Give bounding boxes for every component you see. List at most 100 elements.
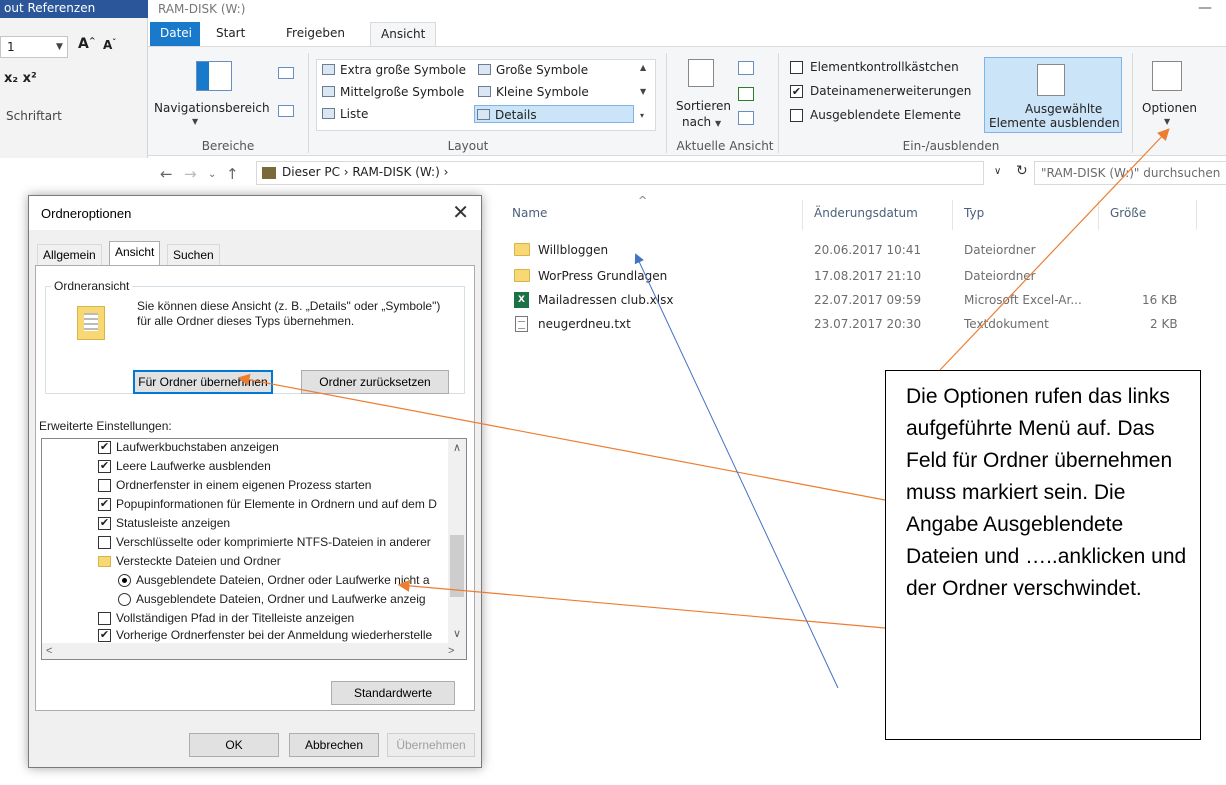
advanced-settings-tree[interactable]: ✔ Laufwerkbuchstaben anzeigen ✔ Leere Lauf… <box>41 438 467 660</box>
scroll-down-icon[interactable]: ▼ <box>640 87 646 96</box>
column-separator[interactable] <box>1098 200 1099 230</box>
tab-allgemein[interactable]: Allgemein <box>37 244 102 266</box>
up-arrow-icon[interactable]: ↑ <box>226 165 239 183</box>
layout-large-icons[interactable]: Große Symbole <box>476 61 588 79</box>
column-separator[interactable] <box>802 200 803 230</box>
file-row-willbloggen[interactable]: Willbloggen 20.06.2017 10:41 Dateiordner <box>508 240 1188 260</box>
medium-icons-icon <box>322 86 335 97</box>
folder-view-legend: Ordneransicht <box>51 279 133 293</box>
optionen-button[interactable]: Optionen <box>1142 101 1197 115</box>
layout-medium-icons[interactable]: Mittelgroße Symbole <box>320 83 464 101</box>
scroll-up-icon[interactable]: ▲ <box>640 63 646 72</box>
checkbox[interactable]: ✔ <box>98 441 111 454</box>
options-icon[interactable] <box>1152 61 1182 91</box>
chevron-down-icon[interactable]: ▼ <box>192 117 198 126</box>
word-sub-superscript-buttons[interactable]: x₂ x² <box>4 71 37 86</box>
tab-suchen[interactable]: Suchen <box>167 244 220 266</box>
column-separator[interactable] <box>952 200 953 230</box>
scroll-down-icon[interactable]: ∨ <box>453 627 461 640</box>
layout-item-label: Kleine Symbole <box>496 85 589 99</box>
navigation-pane-icon[interactable] <box>196 61 232 91</box>
layout-item-label: Details <box>495 108 537 122</box>
file-row-mailadressen[interactable]: X Mailadressen club.xlsx 22.07.2017 09:5… <box>508 290 1188 310</box>
add-columns-icon[interactable] <box>738 87 754 101</box>
preview-pane-icon[interactable] <box>278 67 294 79</box>
chevron-down-icon[interactable]: ▼ <box>1164 117 1170 126</box>
layout-list[interactable]: Liste <box>320 105 368 123</box>
layout-small-icons[interactable]: Kleine Symbole <box>476 83 589 101</box>
large-icons-icon <box>322 64 335 75</box>
back-arrow-icon[interactable]: ← <box>160 165 173 183</box>
explorer-title-bar: RAM-DISK (W:) — <box>148 0 1226 22</box>
reset-folders-button[interactable]: Ordner zurücksetzen <box>301 370 449 394</box>
file-row-worpress[interactable]: WorPress Grundlagen 17.08.2017 21:10 Dat… <box>508 266 1188 286</box>
tab-ansicht[interactable]: Ansicht <box>109 241 161 266</box>
size-columns-icon[interactable] <box>738 111 754 125</box>
file-type: Dateiordner <box>964 243 1036 257</box>
column-header-date[interactable]: Änderungsdatum <box>814 206 918 220</box>
search-input[interactable]: "RAM-DISK (W:)" durchsuchen <box>1034 161 1226 185</box>
scroll-right-icon[interactable]: > <box>448 645 454 657</box>
checkbox-ausgeblendete-elemente[interactable] <box>790 109 803 122</box>
tree-item-label: Verschlüsselte oder komprimierte NTFS-Da… <box>116 535 431 549</box>
sort-icon[interactable] <box>688 59 714 87</box>
cancel-button[interactable]: Abbrechen <box>289 733 379 757</box>
ribbon-separator <box>778 53 779 153</box>
checkbox[interactable] <box>98 479 111 492</box>
navigationsbereich-button[interactable]: Navigationsbereich <box>154 101 270 115</box>
chevron-down-icon[interactable]: ∨ <box>994 166 1001 177</box>
defaults-button[interactable]: Standardwerte <box>331 681 455 705</box>
breadcrumb[interactable]: Dieser PC › RAM-DISK (W:) › <box>282 165 448 179</box>
checkbox[interactable]: ✔ <box>98 498 111 511</box>
sortieren-nach-label[interactable]: nach ▼ <box>682 115 721 129</box>
tab-datei[interactable]: Datei <box>150 22 200 46</box>
details-pane-icon[interactable] <box>278 105 294 117</box>
tab-start[interactable]: Start <box>206 22 255 46</box>
sortieren-button[interactable]: Sortieren <box>676 99 731 113</box>
tab-freigeben[interactable]: Freigeben <box>276 22 355 46</box>
drive-icon <box>262 167 276 179</box>
scrollbar-thumb[interactable] <box>450 535 464 597</box>
close-icon[interactable]: ✕ <box>452 200 469 225</box>
details-icon <box>477 109 490 120</box>
checkbox[interactable] <box>98 612 111 625</box>
recent-dropdown-icon[interactable]: ⌄ <box>208 169 216 180</box>
apply-to-folders-button[interactable]: Für Ordner übernehmen <box>133 370 273 394</box>
checkbox[interactable] <box>98 536 111 549</box>
hide-selected-items-button[interactable]: Ausgewählte Elemente ausblenden <box>984 57 1122 133</box>
expand-gallery-icon[interactable]: ▾ <box>640 111 644 120</box>
checkbox-elementkontrollkaestchen[interactable] <box>790 61 803 74</box>
column-header-name[interactable]: Name <box>512 206 547 220</box>
checkbox[interactable]: ✔ <box>98 517 111 530</box>
radio-button[interactable] <box>118 574 131 587</box>
minimize-icon[interactable]: — <box>1198 0 1212 16</box>
column-header-type[interactable]: Typ <box>964 206 984 220</box>
horizontal-scrollbar[interactable] <box>42 643 466 659</box>
checkbox-dateinamenerweiterungen[interactable]: ✔ <box>790 85 803 98</box>
checkbox[interactable]: ✔ <box>98 629 111 642</box>
group-label-bereiche: Bereiche <box>201 139 255 153</box>
word-title-fragment: out Referenzen <box>4 1 96 15</box>
tab-ansicht[interactable]: Ansicht <box>370 22 437 46</box>
ok-button[interactable]: OK <box>189 733 279 757</box>
layout-details[interactable]: Details <box>474 105 634 123</box>
tree-item-label: Popupinformationen für Elemente in Ordne… <box>116 497 437 511</box>
group-by-icon[interactable] <box>738 61 754 75</box>
shrink-font-icon[interactable]: Aˇ <box>103 38 116 52</box>
checkbox[interactable]: ✔ <box>98 460 111 473</box>
scroll-up-icon[interactable]: ∧ <box>453 441 461 454</box>
chevron-down-icon[interactable]: ▼ <box>56 36 68 58</box>
scroll-left-icon[interactable]: < <box>46 645 52 657</box>
forward-arrow-icon[interactable]: → <box>184 165 197 183</box>
file-row-neugerdneu[interactable]: neugerdneu.txt 23.07.2017 20:30 Textdoku… <box>508 314 1188 334</box>
column-separator[interactable] <box>1196 200 1197 230</box>
layout-extra-large-icons[interactable]: Extra große Symbole <box>320 61 466 79</box>
layout-item-label: Extra große Symbole <box>340 63 466 77</box>
radio-button[interactable] <box>118 593 131 606</box>
apply-button[interactable]: Übernehmen <box>387 733 475 757</box>
column-header-size[interactable]: Größe <box>1110 206 1146 220</box>
folder-view-description: Sie können diese Ansicht (z. B. „Details… <box>137 299 441 328</box>
refresh-icon[interactable]: ↻ <box>1016 163 1028 179</box>
grow-font-icon[interactable]: A^ <box>78 36 96 52</box>
text-file-icon <box>515 316 528 332</box>
